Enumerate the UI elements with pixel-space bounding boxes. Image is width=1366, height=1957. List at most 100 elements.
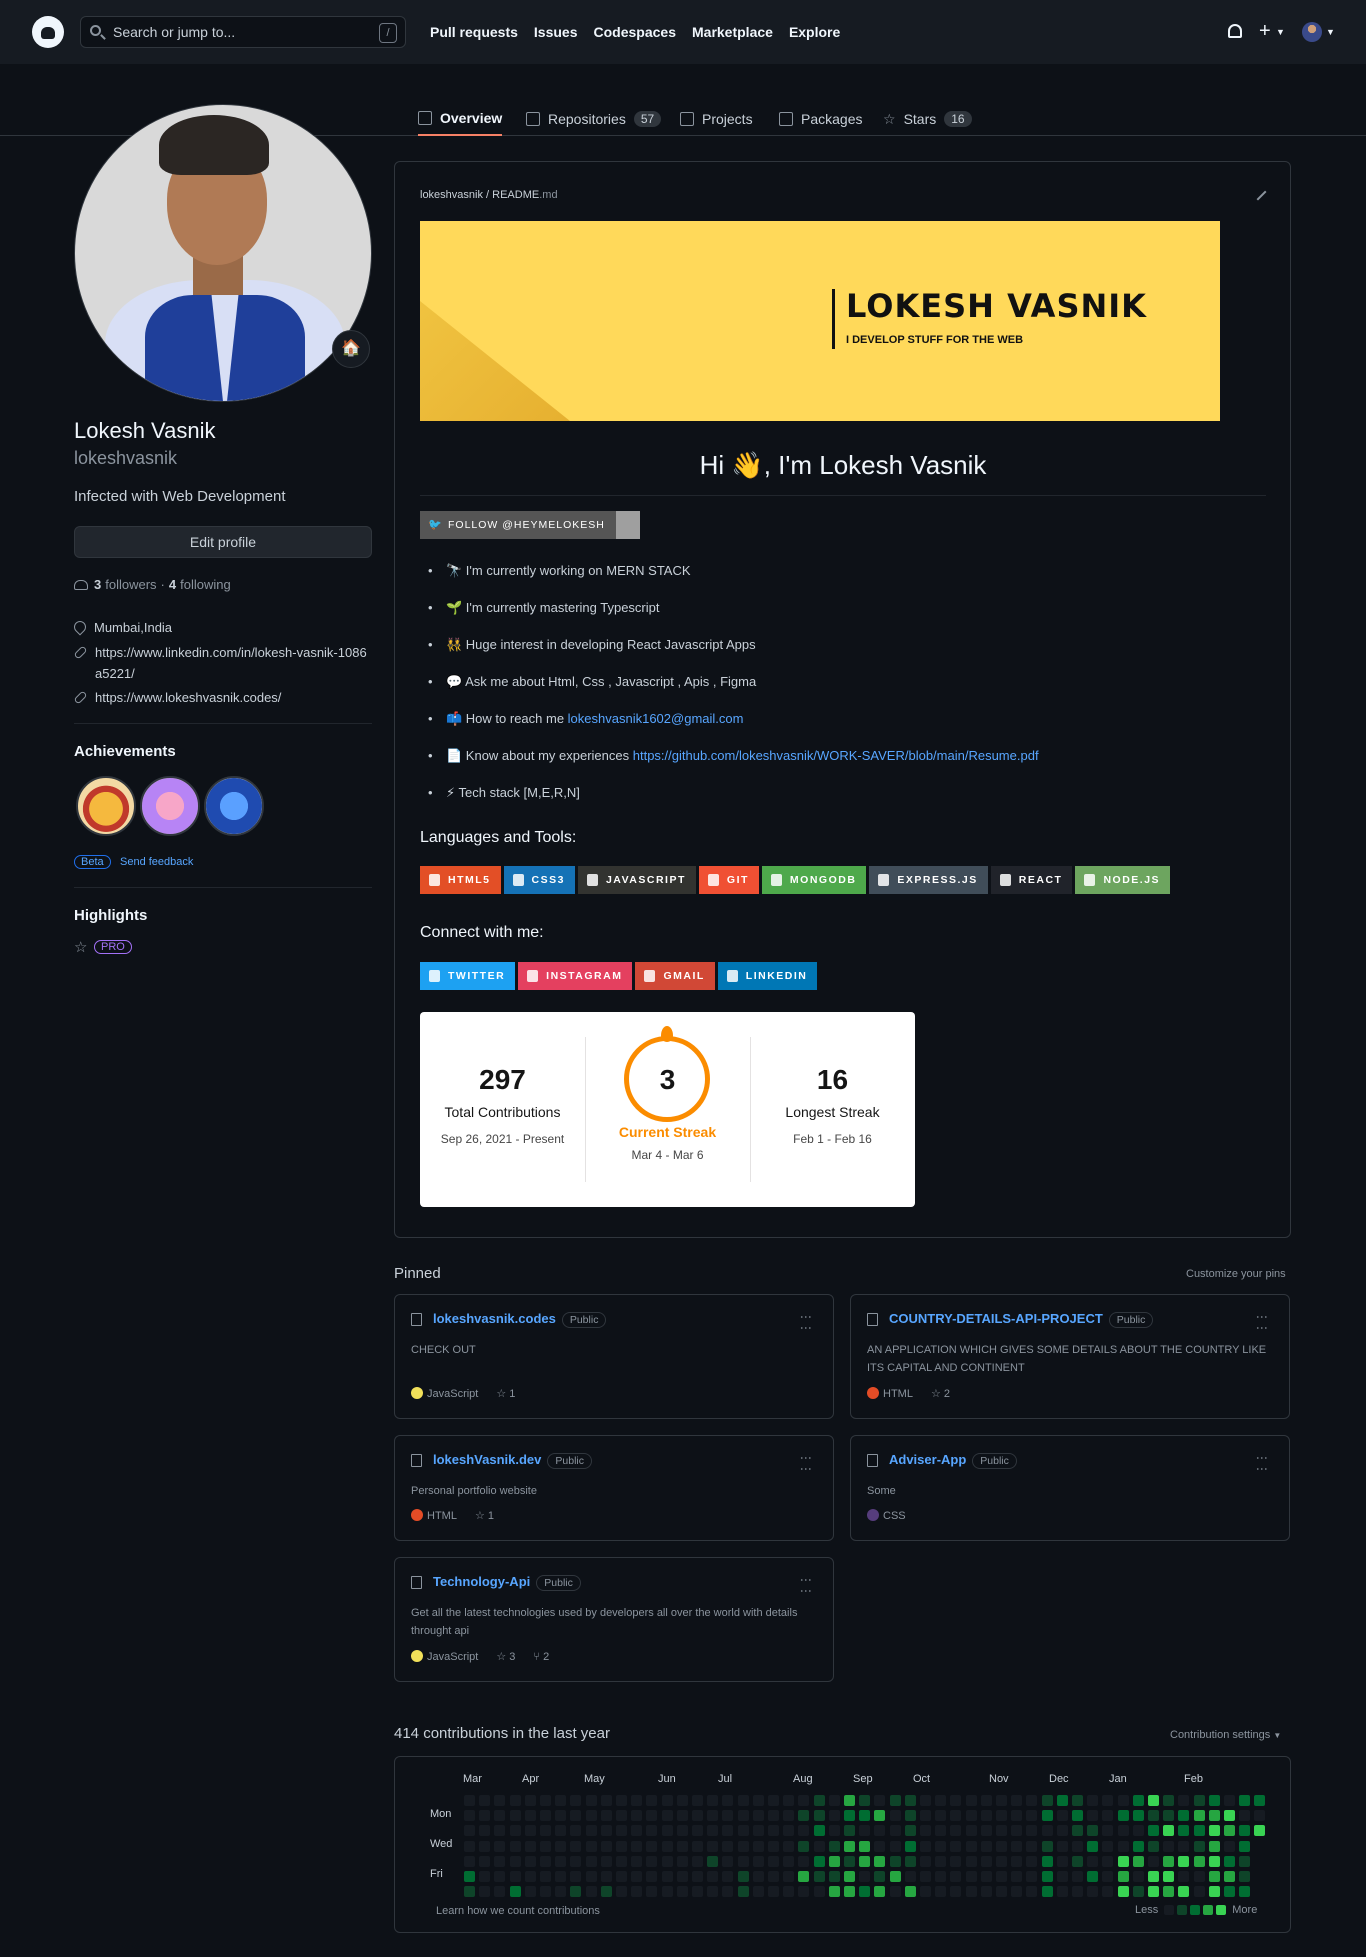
calendar-day-cell[interactable] (616, 1810, 627, 1822)
calendar-day-cell[interactable] (768, 1810, 779, 1822)
calendar-day-cell[interactable] (631, 1795, 643, 1806)
create-chevron-down-icon[interactable]: ▼ (1276, 27, 1285, 37)
calendar-day-cell[interactable] (661, 1825, 673, 1837)
calendar-day-cell[interactable] (1056, 1855, 1068, 1867)
calendar-day-cell[interactable] (783, 1840, 795, 1852)
calendar-day-cell[interactable] (1011, 1795, 1023, 1806)
calendar-day-cell[interactable] (722, 1886, 734, 1898)
calendar-day-cell[interactable] (950, 1855, 962, 1867)
calendar-day-cell[interactable] (692, 1825, 703, 1837)
nav-pull-requests[interactable]: Pull requests (430, 24, 518, 40)
calendar-day-cell[interactable] (1011, 1810, 1023, 1822)
calendar-day-cell[interactable] (813, 1810, 825, 1822)
drag-handle-icon[interactable]: ⋮⋮ (799, 1452, 813, 1474)
stars[interactable]: ☆ 2 (931, 1387, 950, 1400)
calendar-day-cell[interactable] (1163, 1871, 1175, 1882)
calendar-day-cell[interactable] (1208, 1795, 1220, 1806)
calendar-day-cell[interactable] (676, 1840, 688, 1852)
calendar-day-cell[interactable] (692, 1886, 703, 1898)
calendar-day-cell[interactable] (1117, 1855, 1129, 1867)
calendar-day-cell[interactable] (494, 1886, 506, 1898)
achievement-badge-pull-shark[interactable] (204, 776, 264, 836)
calendar-day-cell[interactable] (692, 1871, 703, 1882)
calendar-day-cell[interactable] (509, 1795, 521, 1806)
calendar-day-cell[interactable] (1041, 1886, 1053, 1898)
calendar-day-cell[interactable] (889, 1855, 901, 1867)
calendar-day-cell[interactable] (1132, 1795, 1144, 1806)
notifications-bell-icon[interactable] (1228, 24, 1242, 38)
calendar-day-cell[interactable] (920, 1886, 931, 1898)
create-new-plus-icon[interactable]: + (1259, 20, 1271, 43)
calendar-day-cell[interactable] (479, 1855, 491, 1867)
repo-name-link[interactable]: Technology-Api Public (433, 1574, 581, 1591)
following-label[interactable]: following (180, 577, 231, 592)
user-menu-chevron-down-icon[interactable]: ▼ (1326, 27, 1335, 37)
calendar-day-cell[interactable] (1148, 1810, 1159, 1822)
calendar-day-cell[interactable] (737, 1825, 749, 1837)
calendar-day-cell[interactable] (570, 1871, 582, 1882)
calendar-day-cell[interactable] (1224, 1810, 1235, 1822)
calendar-day-cell[interactable] (676, 1795, 688, 1806)
search-input[interactable]: Search or jump to... / (80, 16, 406, 48)
calendar-day-cell[interactable] (1193, 1886, 1205, 1898)
calendar-day-cell[interactable] (950, 1871, 962, 1882)
social-badge-twitter[interactable]: TWITTER (420, 962, 516, 990)
calendar-day-cell[interactable] (540, 1825, 551, 1837)
calendar-day-cell[interactable] (1239, 1825, 1251, 1837)
calendar-day-cell[interactable] (707, 1871, 719, 1882)
calendar-day-cell[interactable] (600, 1886, 612, 1898)
calendar-day-cell[interactable] (1087, 1795, 1099, 1806)
resume-link[interactable]: https://github.com/lokeshvasnik/WORK-SAV… (633, 748, 1039, 763)
calendar-day-cell[interactable] (1208, 1855, 1220, 1867)
calendar-day-cell[interactable] (570, 1886, 582, 1898)
calendar-day-cell[interactable] (1087, 1855, 1099, 1867)
calendar-day-cell[interactable] (707, 1810, 719, 1822)
calendar-day-cell[interactable] (1026, 1840, 1038, 1852)
calendar-day-cell[interactable] (585, 1840, 597, 1852)
calendar-day-cell[interactable] (509, 1825, 521, 1837)
calendar-day-cell[interactable] (600, 1825, 612, 1837)
calendar-day-cell[interactable] (1102, 1840, 1114, 1852)
calendar-day-cell[interactable] (661, 1840, 673, 1852)
github-logo-icon[interactable] (32, 16, 64, 48)
calendar-day-cell[interactable] (904, 1840, 916, 1852)
calendar-day-cell[interactable] (844, 1840, 855, 1852)
calendar-day-cell[interactable] (631, 1886, 643, 1898)
calendar-day-cell[interactable] (524, 1855, 536, 1867)
calendar-day-cell[interactable] (1193, 1795, 1205, 1806)
calendar-day-cell[interactable] (1132, 1871, 1144, 1882)
calendar-day-cell[interactable] (828, 1810, 840, 1822)
calendar-day-cell[interactable] (661, 1810, 673, 1822)
calendar-day-cell[interactable] (479, 1886, 491, 1898)
calendar-day-cell[interactable] (464, 1825, 475, 1837)
twitter-follow-badge[interactable]: FOLLOW @HEYMELOKESH (420, 511, 640, 539)
calendar-day-cell[interactable] (1148, 1886, 1159, 1898)
calendar-day-cell[interactable] (1224, 1855, 1235, 1867)
calendar-day-cell[interactable] (616, 1871, 627, 1882)
calendar-day-cell[interactable] (616, 1825, 627, 1837)
calendar-day-cell[interactable] (1193, 1840, 1205, 1852)
nav-explore[interactable]: Explore (789, 24, 840, 40)
calendar-day-cell[interactable] (1102, 1810, 1114, 1822)
calendar-day-cell[interactable] (1026, 1886, 1038, 1898)
calendar-day-cell[interactable] (1102, 1825, 1114, 1837)
calendar-day-cell[interactable] (555, 1795, 567, 1806)
calendar-day-cell[interactable] (920, 1855, 931, 1867)
calendar-day-cell[interactable] (1011, 1825, 1023, 1837)
calendar-day-cell[interactable] (996, 1795, 1007, 1806)
calendar-day-cell[interactable] (646, 1825, 658, 1837)
calendar-day-cell[interactable] (631, 1840, 643, 1852)
calendar-day-cell[interactable] (722, 1871, 734, 1882)
calendar-day-cell[interactable] (585, 1810, 597, 1822)
drag-handle-icon[interactable]: ⋮⋮ (1255, 1452, 1269, 1474)
calendar-day-cell[interactable] (1102, 1795, 1114, 1806)
calendar-day-cell[interactable] (570, 1840, 582, 1852)
calendar-day-cell[interactable] (570, 1810, 582, 1822)
calendar-day-cell[interactable] (859, 1886, 871, 1898)
calendar-day-cell[interactable] (1178, 1886, 1190, 1898)
calendar-day-cell[interactable] (920, 1810, 931, 1822)
drag-handle-icon[interactable]: ⋮⋮ (799, 1574, 813, 1596)
calendar-day-cell[interactable] (1132, 1855, 1144, 1867)
calendar-day-cell[interactable] (631, 1855, 643, 1867)
calendar-day-cell[interactable] (950, 1840, 962, 1852)
